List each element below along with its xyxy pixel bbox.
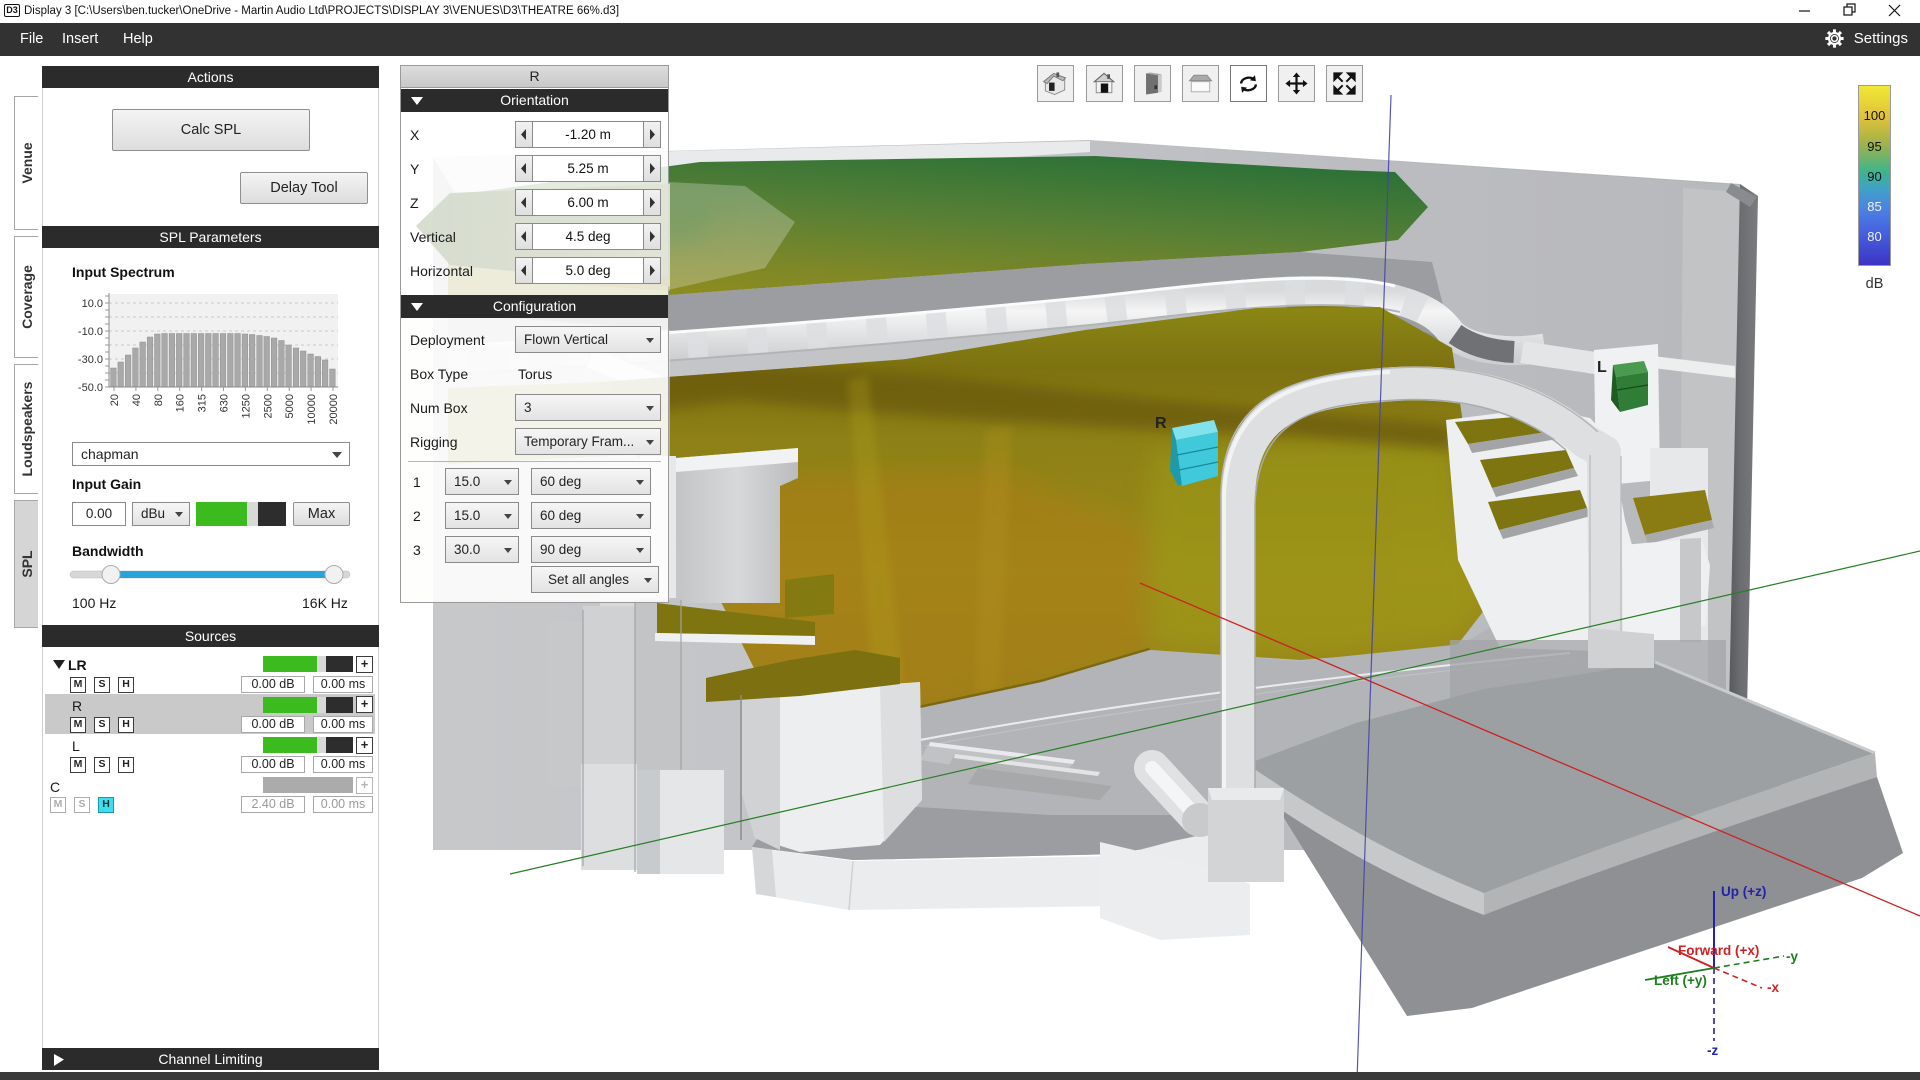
svg-text:5000: 5000 — [284, 394, 296, 418]
svg-text:20000: 20000 — [328, 394, 340, 425]
svg-text:Left (+y): Left (+y) — [1654, 973, 1707, 988]
svg-text:Up (+z): Up (+z) — [1721, 884, 1766, 899]
svg-text:1250: 1250 — [240, 394, 252, 418]
svg-text:-50.0: -50.0 — [78, 382, 103, 394]
svg-text:40: 40 — [131, 394, 143, 406]
svg-text:315: 315 — [197, 394, 209, 412]
svg-text:-10.0: -10.0 — [78, 326, 103, 338]
svg-text:R: R — [1155, 415, 1167, 432]
svg-text:-x: -x — [1767, 980, 1779, 995]
svg-text:20: 20 — [109, 394, 121, 406]
svg-text:-z: -z — [1707, 1043, 1718, 1058]
svg-text:160: 160 — [175, 394, 187, 412]
svg-text:10.0: 10.0 — [82, 298, 103, 310]
svg-text:80: 80 — [153, 394, 165, 406]
svg-text:-y: -y — [1786, 949, 1798, 964]
svg-text:630: 630 — [219, 394, 231, 412]
svg-text:Forward (+x): Forward (+x) — [1678, 943, 1759, 958]
svg-text:10000: 10000 — [306, 394, 318, 425]
svg-text:2500: 2500 — [262, 394, 274, 418]
svg-text:-30.0: -30.0 — [78, 354, 103, 366]
svg-text:L: L — [1597, 359, 1607, 376]
